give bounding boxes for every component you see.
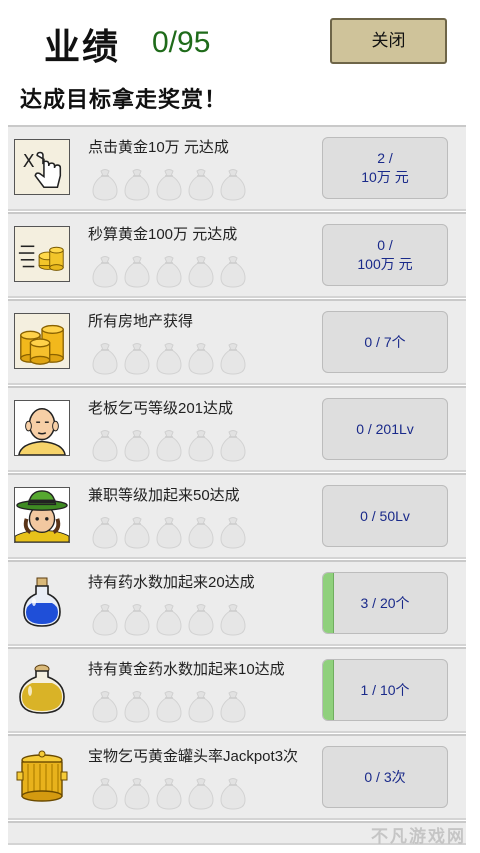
money-bag-icon bbox=[156, 776, 182, 810]
money-bag-icon bbox=[124, 167, 150, 201]
money-bag-icon bbox=[124, 602, 150, 636]
achievement-row: 所有房地产获得 0 / 7个 bbox=[8, 299, 466, 385]
money-bag-icon bbox=[220, 776, 246, 810]
money-bag-icon bbox=[220, 254, 246, 288]
money-bag-icon bbox=[124, 341, 150, 375]
page-title: 业绩 bbox=[44, 26, 121, 67]
svg-text:X: X bbox=[23, 152, 35, 172]
achievement-label: 点击黄金10万 元达成 bbox=[88, 139, 229, 156]
money-bag-icon bbox=[124, 428, 150, 462]
money-bag-icon bbox=[220, 428, 246, 462]
tap-hand-icon: X bbox=[14, 139, 70, 195]
achievement-label: 秒算黄金100万 元达成 bbox=[88, 226, 238, 243]
money-bag-icon bbox=[188, 428, 214, 462]
subtitle: 达成目标拿走奖赏！ bbox=[20, 87, 228, 112]
money-bag-icon bbox=[124, 254, 150, 288]
money-bag-icon bbox=[92, 515, 118, 549]
reward-bags bbox=[92, 254, 252, 290]
money-bag-icon bbox=[156, 602, 182, 636]
money-bag-icon bbox=[188, 602, 214, 636]
money-bag-icon bbox=[124, 776, 150, 810]
progress-button[interactable]: 2 / 10万 元 bbox=[322, 137, 448, 199]
gold-potion-icon bbox=[14, 661, 70, 717]
progress-text: 0 / 50Lv bbox=[360, 507, 410, 524]
achievement-list[interactable]: X 点击黄金10万 元达成 2 / 10万 元秒算黄金100万 元达成 0 / 100… bbox=[8, 125, 466, 846]
money-bag-icon bbox=[188, 254, 214, 288]
progress-button[interactable]: 3 / 20个 bbox=[322, 572, 448, 634]
money-bag-icon bbox=[220, 341, 246, 375]
progress-text: 3 / 20个 bbox=[360, 594, 410, 611]
progress-text: 0 / 7个 bbox=[364, 333, 406, 350]
achievement-counter: 0/95 bbox=[152, 26, 211, 59]
money-bag-icon bbox=[220, 515, 246, 549]
progress-button[interactable]: 0 / 7个 bbox=[322, 311, 448, 373]
reward-bags bbox=[92, 776, 252, 812]
achievement-row: 持有药水数加起来20达成 3 / 20个 bbox=[8, 560, 466, 646]
header: 业绩 0/95 关闭 bbox=[0, 0, 480, 80]
progress-button[interactable]: 0 / 3次 bbox=[322, 746, 448, 808]
reward-bags bbox=[92, 602, 252, 638]
money-bag-icon bbox=[188, 515, 214, 549]
money-bag-icon bbox=[188, 689, 214, 723]
achievement-row: 持有黄金药水数加起来10达成 1 / 10个 bbox=[8, 647, 466, 733]
blue-potion-icon bbox=[14, 574, 70, 630]
money-bag-icon bbox=[220, 689, 246, 723]
progress-button[interactable]: 0 / 50Lv bbox=[322, 485, 448, 547]
money-bag-icon bbox=[156, 689, 182, 723]
money-bag-icon bbox=[124, 515, 150, 549]
green-hat-man-icon bbox=[14, 487, 70, 543]
money-bag-icon bbox=[188, 167, 214, 201]
gold-pot-icon bbox=[14, 748, 70, 804]
achievement-label: 老板乞丐等级201达成 bbox=[88, 400, 234, 417]
money-bag-icon bbox=[220, 167, 246, 201]
money-bag-icon bbox=[92, 341, 118, 375]
money-bag-icon bbox=[156, 515, 182, 549]
progress-text: 0 / 201Lv bbox=[356, 420, 414, 437]
money-bag-icon bbox=[92, 428, 118, 462]
reward-bags bbox=[92, 689, 252, 725]
achievement-label: 宝物乞丐黄金罐头率Jackpot3次 bbox=[88, 748, 299, 765]
progress-text: 0 / 3次 bbox=[364, 768, 406, 785]
money-bag-icon bbox=[92, 167, 118, 201]
money-bag-icon bbox=[92, 254, 118, 288]
coin-stack-icon bbox=[14, 226, 70, 282]
progress-button[interactable]: 1 / 10个 bbox=[322, 659, 448, 721]
gold-coins-icon bbox=[14, 313, 70, 369]
money-bag-icon bbox=[156, 428, 182, 462]
achievement-row: 兼职等级加起来50达成 0 / 50Lv bbox=[8, 473, 466, 559]
achievement-row: 宝物乞丐黄金罐头率Jackpot3次 0 / 3次 bbox=[8, 734, 466, 820]
money-bag-icon bbox=[156, 167, 182, 201]
progress-text: 0 / 100万 元 bbox=[357, 237, 413, 272]
progress-button[interactable]: 0 / 100万 元 bbox=[322, 224, 448, 286]
achievement-row: X 点击黄金10万 元达成 2 / 10万 元 bbox=[8, 125, 466, 211]
reward-bags bbox=[92, 428, 252, 464]
achievement-label: 所有房地产获得 bbox=[88, 313, 194, 330]
money-bag-icon bbox=[188, 341, 214, 375]
watermark: 不凡游戏网 bbox=[371, 827, 466, 846]
beggar-boss-icon bbox=[14, 400, 70, 456]
money-bag-icon bbox=[156, 254, 182, 288]
money-bag-icon bbox=[156, 341, 182, 375]
money-bag-icon bbox=[220, 602, 246, 636]
money-bag-icon bbox=[92, 776, 118, 810]
reward-bags bbox=[92, 167, 252, 203]
progress-text: 1 / 10个 bbox=[360, 681, 410, 698]
money-bag-icon bbox=[92, 602, 118, 636]
money-bag-icon bbox=[188, 776, 214, 810]
achievement-row: 老板乞丐等级201达成 0 / 201Lv bbox=[8, 386, 466, 472]
achievement-row: 秒算黄金100万 元达成 0 / 100万 元 bbox=[8, 212, 466, 298]
close-button[interactable]: 关闭 bbox=[330, 18, 447, 64]
achievement-label: 兼职等级加起来50达成 bbox=[88, 487, 240, 504]
achievement-label: 持有药水数加起来20达成 bbox=[88, 574, 255, 591]
reward-bags bbox=[92, 341, 252, 377]
money-bag-icon bbox=[92, 689, 118, 723]
achievement-label: 持有黄金药水数加起来10达成 bbox=[88, 661, 285, 678]
progress-button[interactable]: 0 / 201Lv bbox=[322, 398, 448, 460]
money-bag-icon bbox=[124, 689, 150, 723]
reward-bags bbox=[92, 515, 252, 551]
progress-text: 2 / 10万 元 bbox=[361, 150, 409, 185]
